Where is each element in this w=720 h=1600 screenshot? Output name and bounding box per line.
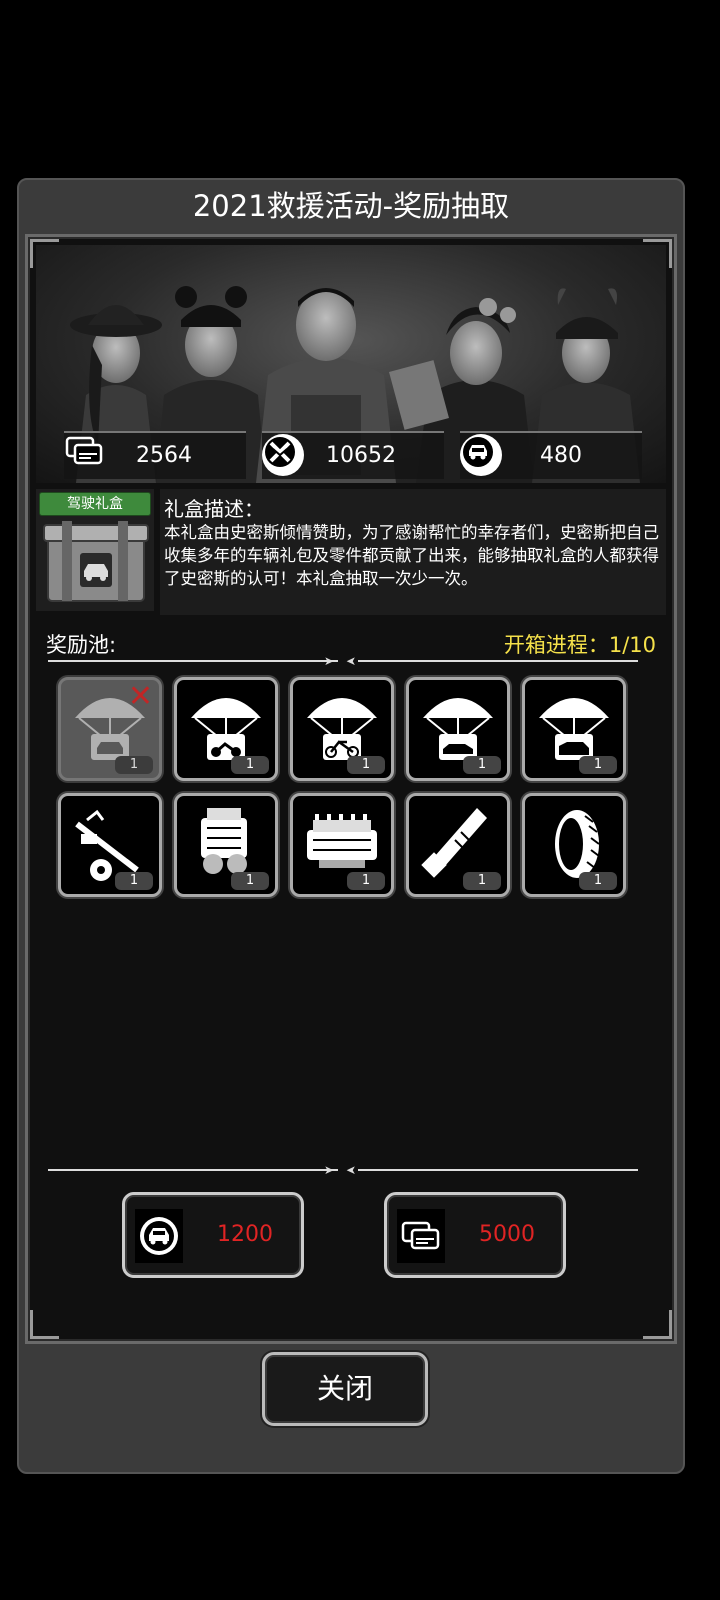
parachute-dirtbike-icon	[307, 698, 377, 760]
item-count: 1	[115, 872, 153, 890]
reward-slot-claimed[interactable]: ✕ 1	[58, 677, 162, 781]
resource-bar: 2564 10652 480	[36, 431, 666, 481]
dialog-content: 2564 10652 480 驾驶礼盒 礼盒描述： 本礼盒由史密斯倾情赞助，为了…	[25, 234, 677, 1344]
description-title: 礼盒描述：	[164, 497, 264, 521]
item-count: 1	[463, 872, 501, 890]
resource-tickets: 2564	[64, 431, 246, 479]
item-count: 1	[347, 756, 385, 774]
item-count: 1	[579, 872, 617, 890]
car-badge-icon	[460, 434, 502, 476]
arrow-right-icon: ➤	[324, 1163, 335, 1177]
reward-slot[interactable]: 1	[174, 677, 278, 781]
reward-pool-label: 奖励池:	[46, 633, 117, 657]
reward-slot[interactable]: 1	[58, 793, 162, 897]
crossed-swords-badge-icon	[262, 434, 304, 476]
arrow-left-icon: ➤	[346, 1163, 357, 1177]
open-progress: 开箱进程：1/10	[503, 633, 656, 657]
item-count: 1	[115, 756, 153, 774]
ticket-card-icon	[397, 1209, 445, 1263]
divider	[358, 1169, 638, 1171]
reward-slot[interactable]: 1	[290, 677, 394, 781]
frame-corner	[30, 1310, 59, 1339]
parachute-motorbike-icon	[191, 698, 261, 760]
reward-slot[interactable]: 1	[406, 793, 510, 897]
cost-value: 1200	[217, 1222, 273, 1247]
reward-draw-dialog: 2021救援活动-奖励抽取 2564 10652 480 驾驶礼盒 礼盒描述： …	[17, 178, 685, 1474]
divider	[358, 660, 638, 662]
parachute-suv-icon	[539, 698, 609, 760]
item-count: 1	[579, 756, 617, 774]
description-text: 本礼盒由史密斯倾情赞助，为了感谢帮忙的幸存者们，史密斯把自己收集多年的车辆礼包及…	[164, 523, 659, 588]
arrow-right-icon: ➤	[324, 654, 335, 668]
resource-car-tokens: 480	[460, 431, 642, 479]
gift-box-tag: 驾驶礼盒	[40, 493, 150, 515]
gift-box-description: 驾驶礼盒 礼盒描述： 本礼盒由史密斯倾情赞助，为了感谢帮忙的幸存者们，史密斯把自…	[36, 489, 666, 619]
claimed-x-icon: ✕	[127, 679, 153, 714]
reward-slot[interactable]: 1	[174, 793, 278, 897]
close-button[interactable]: 关闭	[262, 1352, 428, 1426]
frame-corner	[643, 1310, 672, 1339]
divider	[48, 660, 338, 662]
reward-slot[interactable]: 1	[406, 677, 510, 781]
resource-value: 2564	[136, 443, 192, 468]
car-badge-icon	[135, 1209, 183, 1263]
reward-slot[interactable]: 1	[290, 793, 394, 897]
resource-badges: 10652	[262, 431, 444, 479]
draw-with-tickets-button[interactable]: 5000	[384, 1192, 566, 1278]
item-count: 1	[231, 756, 269, 774]
gift-box-card: 驾驶礼盒	[36, 489, 154, 611]
reward-slot[interactable]: 1	[522, 677, 626, 781]
item-count: 1	[347, 872, 385, 890]
description-box: 礼盒描述： 本礼盒由史密斯倾情赞助，为了感谢帮忙的幸存者们，史密斯把自己收集多年…	[160, 489, 666, 615]
arrow-left-icon: ➤	[346, 654, 357, 668]
resource-value: 10652	[326, 443, 396, 468]
ticket-card-icon	[64, 434, 106, 476]
parachute-sedan-icon	[423, 698, 493, 760]
cost-value: 5000	[479, 1222, 535, 1247]
item-count: 1	[463, 756, 501, 774]
resource-value: 480	[540, 443, 582, 468]
dialog-title: 2021救援活动-奖励抽取	[192, 189, 510, 223]
characters-banner: 2564 10652 480	[36, 245, 666, 483]
item-count: 1	[231, 872, 269, 890]
draw-with-car-tokens-button[interactable]: 1200	[122, 1192, 304, 1278]
divider	[48, 1169, 338, 1171]
reward-slot[interactable]: 1	[522, 793, 626, 897]
